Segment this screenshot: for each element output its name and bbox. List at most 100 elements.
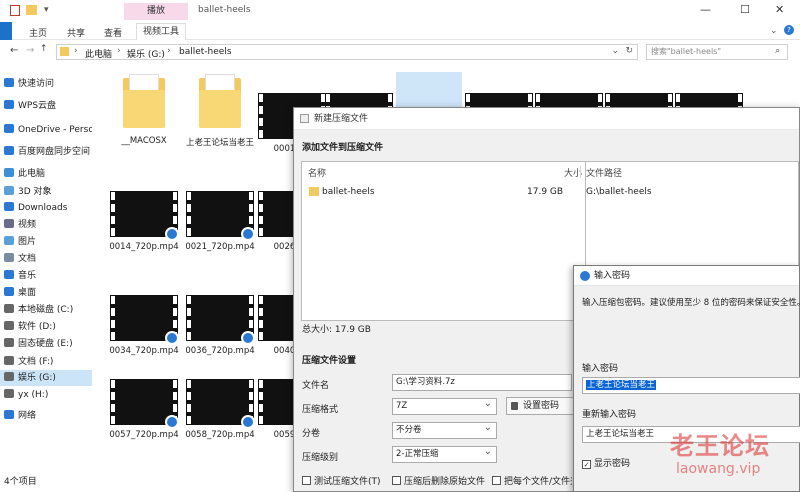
desktop-icon (4, 287, 14, 296)
folder-icon[interactable] (26, 5, 37, 15)
music-icon (4, 270, 14, 279)
reenter-password-label: 重新输入密码 (582, 410, 637, 420)
maximize-button[interactable]: ☐ (740, 3, 750, 16)
up-icon[interactable]: ↑ (40, 44, 48, 54)
sidebar-item[interactable]: 此电脑 (0, 166, 92, 182)
tab-video-tools[interactable]: 视频工具 (136, 23, 187, 40)
sidebar-item[interactable]: yx (H:) (0, 387, 92, 403)
sidebar-item[interactable]: 固态硬盘 (E:) (0, 336, 92, 352)
file-tab[interactable] (0, 22, 12, 40)
filename-input[interactable]: G:\学习资料.7z (392, 374, 572, 391)
password-title: 输入密码 (594, 271, 631, 281)
video-file-item[interactable]: 0014_720p.mp4 (108, 191, 180, 252)
level-select[interactable]: 2-正常压缩 (392, 444, 497, 463)
chevron-down-icon[interactable]: ⌄ (611, 46, 619, 56)
list-item[interactable]: ballet-heels 17.9 GB (302, 184, 585, 200)
chevron-right-icon: › (117, 46, 121, 56)
minimize-button[interactable]: — (700, 3, 711, 16)
back-icon[interactable]: ← (10, 45, 18, 56)
delete-after-option[interactable]: 压缩后删除原始文件 (392, 474, 485, 487)
sidebar-item-label: WPS云盘 (18, 101, 57, 111)
video-file-item[interactable]: 0034_720p.mp4 (108, 295, 180, 356)
set-password-button[interactable]: 设置密码 (506, 397, 578, 415)
split-select[interactable]: 不分卷 (392, 420, 497, 439)
help-icon[interactable]: ? (784, 25, 794, 35)
search-input[interactable]: 搜索"ballet-heels" (646, 44, 788, 60)
drive-icon (4, 356, 14, 365)
folder-icon (309, 187, 319, 196)
show-password-label: 显示密码 (594, 459, 631, 469)
tab-home[interactable]: 主页 (29, 26, 47, 39)
password-input[interactable]: 上老王论坛当老王 (582, 377, 800, 394)
test-archive-option[interactable]: 测试压缩文件(T) (302, 474, 381, 487)
expand-ribbon-icon[interactable]: ⌄ (770, 26, 778, 36)
checkbox[interactable] (492, 476, 501, 485)
folder-item[interactable]: __MACOSX (108, 72, 180, 146)
video-file-item[interactable]: 0036_720p.mp4 (184, 295, 256, 356)
sidebar-item[interactable]: 娱乐 (G:) (0, 370, 92, 386)
format-select[interactable]: 7Z (392, 396, 497, 415)
col-name[interactable]: 名称 (308, 166, 326, 179)
sidebar-item[interactable]: 本地磁盘 (C:) (0, 302, 92, 318)
dialog-title: 新建压缩文件 (314, 114, 369, 124)
drive-icon (4, 338, 14, 347)
quick-access-dropdown-icon[interactable]: ▾ (44, 5, 49, 15)
sidebar-item[interactable]: 图片 (0, 234, 92, 250)
video-file-item[interactable]: 0021_720p.mp4 (184, 191, 256, 252)
sidebar-item[interactable]: 软件 (D:) (0, 319, 92, 335)
file-list[interactable]: 名称 大小 ballet-heels 17.9 GB (301, 161, 586, 321)
split-label: 分卷 (302, 429, 321, 439)
address-bar[interactable]: › 此电脑 › 娱乐 (G:) › ballet-heels ⌄ ↻ (56, 44, 638, 60)
sidebar-item[interactable]: OneDrive - Persona (0, 122, 92, 138)
file-name: 0036_720p.mp4 (185, 346, 255, 356)
video-file-item[interactable]: 0058_720p.mp4 (184, 379, 256, 440)
sidebar-item[interactable]: 视频 (0, 217, 92, 233)
refresh-icon[interactable]: ↻ (625, 46, 633, 56)
sidebar-item[interactable]: 文档 (0, 251, 92, 267)
sidebar-item[interactable]: Downloads (0, 200, 92, 216)
section-settings: 压缩文件设置 (302, 356, 357, 366)
sidebar-item[interactable]: 3D 对象 (0, 184, 92, 200)
sidebar-item[interactable]: 音乐 (0, 268, 92, 284)
total-size: 总大小: 17.9 GB (302, 325, 371, 335)
sidebar-item[interactable]: 文档 (F:) (0, 354, 92, 370)
sidebar-item[interactable]: WPS云盘 (0, 98, 92, 114)
context-tab-play[interactable]: 播放 (124, 3, 188, 20)
checkbox-checked-icon[interactable]: ✓ (582, 460, 591, 469)
sidebar-item[interactable]: 百度网盘同步空间 (0, 144, 92, 160)
cube-icon (4, 186, 14, 195)
show-password-option[interactable]: ✓ 显示密码 (582, 456, 630, 469)
entry-size: 17.9 GB (527, 187, 564, 197)
file-name: 0057_720p.mp4 (109, 430, 179, 440)
checkbox[interactable] (302, 476, 311, 485)
tab-share[interactable]: 共享 (67, 26, 85, 39)
checkbox[interactable] (392, 476, 401, 485)
video-icon (4, 219, 14, 228)
tab-view[interactable]: 查看 (104, 26, 122, 39)
breadcrumb-drive[interactable]: 娱乐 (G:) (127, 47, 165, 60)
forward-icon[interactable]: → (26, 45, 34, 56)
properties-icon[interactable] (10, 5, 20, 16)
folder-item[interactable]: 上老王论坛当老王 (184, 72, 256, 148)
sidebar-item[interactable]: 桌面 (0, 285, 92, 301)
onedrive-icon (4, 124, 14, 133)
chevron-right-icon: › (167, 46, 171, 56)
video-thumbnail (186, 295, 255, 345)
col-path[interactable]: 文件路径 (586, 166, 622, 179)
set-password-label: 设置密码 (523, 401, 560, 411)
sidebar-item[interactable]: 快速访问 (0, 76, 92, 92)
password-hint: 输入压缩包密码。建议使用至少 8 位的密码来保证安全性。 (582, 298, 800, 308)
breadcrumb-this-pc[interactable]: 此电脑 (85, 47, 112, 60)
file-name: 0014_720p.mp4 (109, 242, 179, 252)
archive-icon (300, 114, 309, 123)
enter-password-label: 输入密码 (582, 364, 619, 374)
sidebar-item-label: 软件 (D:) (18, 322, 56, 332)
each-file-option[interactable]: 把每个文件/文件夹 (492, 474, 572, 487)
app-icon (580, 271, 590, 281)
breadcrumb-folder[interactable]: ballet-heels (179, 47, 232, 57)
video-file-item[interactable]: 0057_720p.mp4 (108, 379, 180, 440)
close-button[interactable]: ✕ (775, 3, 784, 16)
watermark-text: 老王论坛 (670, 432, 770, 460)
entry-path: G:\ballet-heels (586, 187, 652, 197)
sidebar-item[interactable]: 网络 (0, 408, 92, 424)
